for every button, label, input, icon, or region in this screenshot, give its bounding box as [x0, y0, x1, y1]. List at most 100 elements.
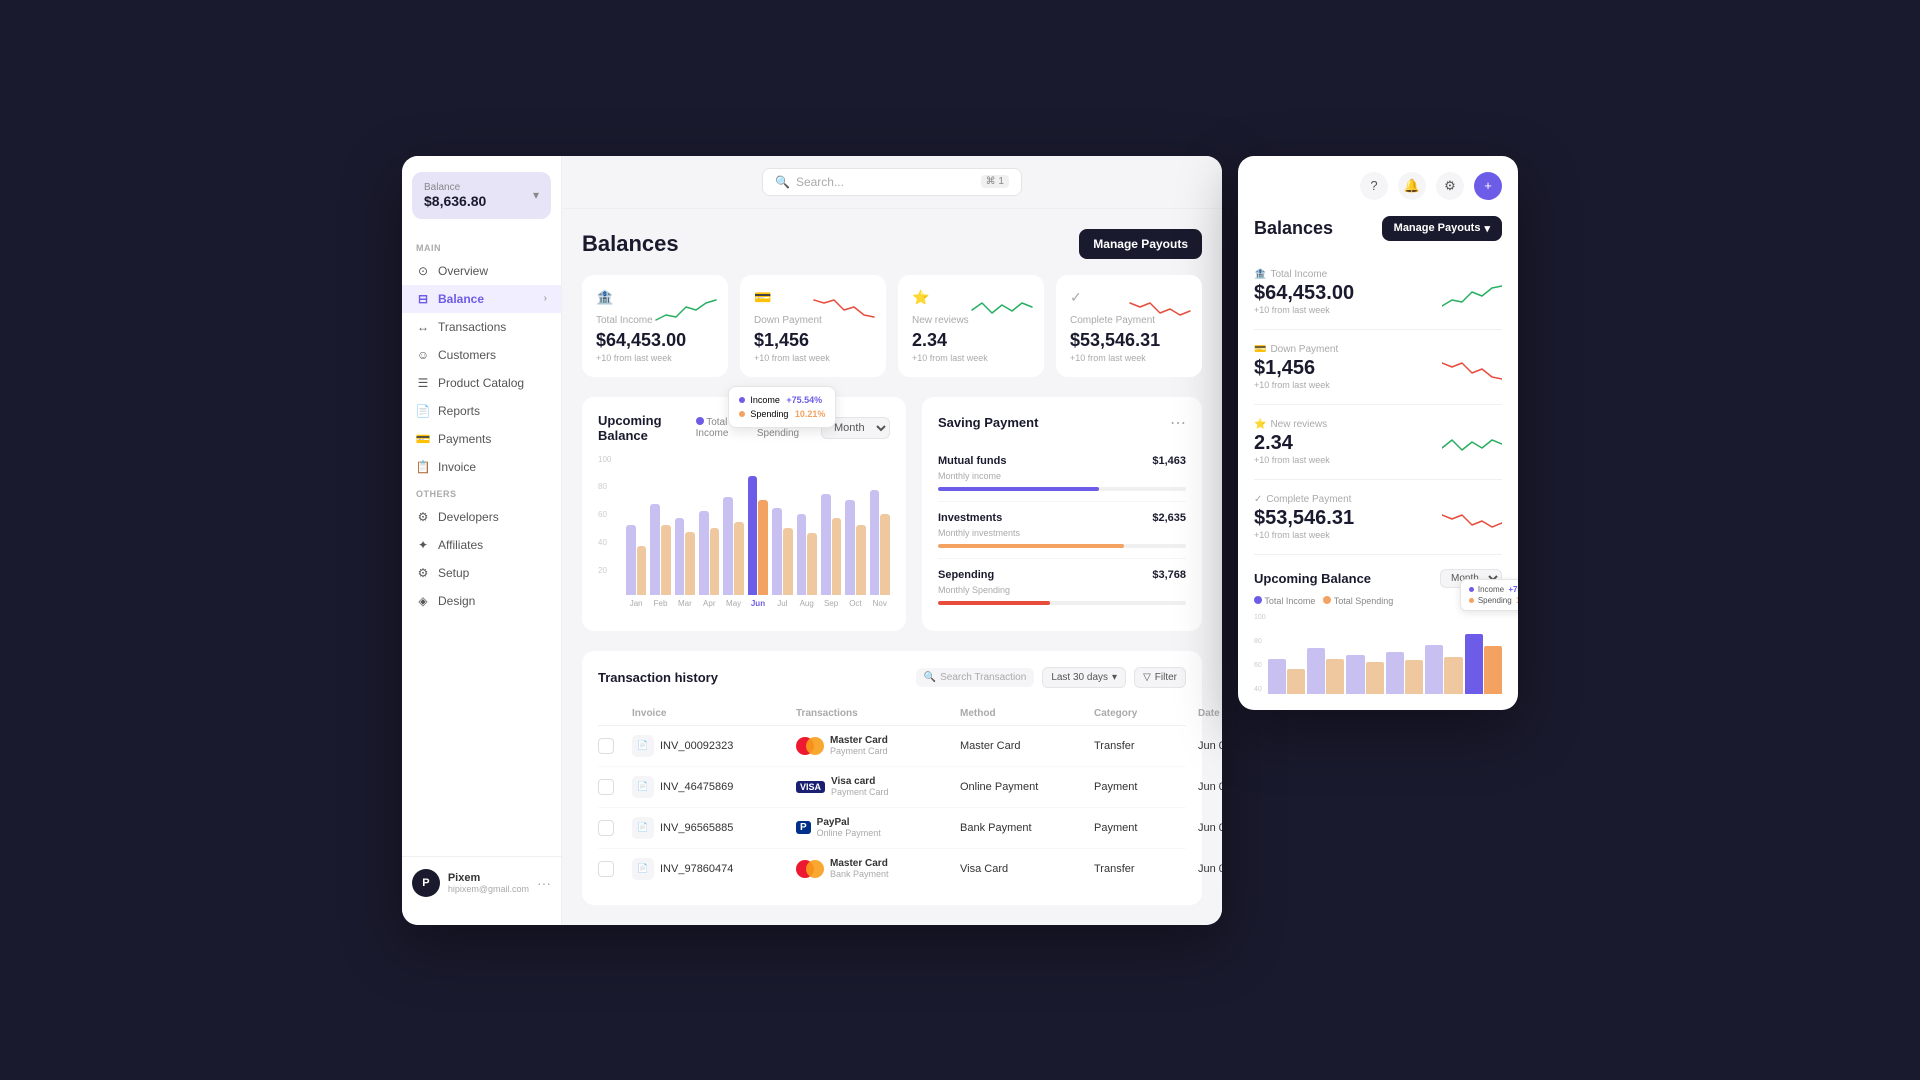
row-checkbox[interactable]: [598, 820, 614, 836]
bar-spending: [637, 546, 647, 595]
page-header: Balances Manage Payouts: [582, 229, 1202, 259]
bar-income: [870, 490, 880, 595]
mini-bar-group: [1425, 645, 1462, 694]
sidebar-item-label: Developers: [438, 510, 499, 524]
month-label-apr: Apr: [699, 599, 719, 608]
mini-bar-group: [1346, 655, 1383, 694]
search-transaction-input[interactable]: 🔍 Search Transaction: [916, 668, 1035, 687]
sidebar-item-developers[interactable]: ⚙ Developers: [402, 503, 561, 531]
panel-mini-chart: 100 80 60 40: [1254, 606, 1502, 694]
bar-group-mar: [675, 518, 695, 595]
down-payment-icon: 💳: [1254, 344, 1266, 355]
help-icon[interactable]: ?: [1360, 172, 1388, 200]
bar-group-nov: [870, 490, 890, 595]
more-options-icon[interactable]: ···: [537, 875, 551, 891]
month-label-oct: Oct: [845, 599, 865, 608]
bar-group-jun: Income +75.54% Spending 10.21%: [748, 476, 768, 595]
bar-group-jul: [772, 508, 792, 595]
search-placeholder: Search...: [796, 175, 844, 189]
bar-spending: [783, 528, 793, 595]
complete-payment-sparkline: [1130, 295, 1190, 330]
panel-chart-section: Upcoming Balance Month Week Year Total I…: [1254, 569, 1502, 694]
sidebar-item-transactions[interactable]: ↔ Transactions: [402, 313, 561, 341]
down-payment-value: $1,456: [754, 330, 872, 351]
top-bar: 🔍 Search... ⌘ 1: [562, 156, 1222, 209]
panel-manage-payouts-button[interactable]: Manage Payouts ▾: [1382, 216, 1502, 241]
panel-stat-label: 🏦 Total Income: [1254, 269, 1502, 280]
others-section-label: Others: [402, 481, 561, 503]
month-label-jan: Jan: [626, 599, 646, 608]
panel-sparkline: [1442, 509, 1502, 537]
add-button[interactable]: +: [1474, 172, 1502, 200]
mastercard-logo: [796, 737, 824, 755]
month-label-mar: Mar: [675, 599, 695, 608]
row-checkbox[interactable]: [598, 861, 614, 877]
complete-payment-icon: ✓: [1070, 289, 1090, 309]
panel-header: Balances Manage Payouts ▾: [1254, 216, 1502, 253]
main-content: 🔍 Search... ⌘ 1 Balances Manage Payouts …: [562, 156, 1222, 925]
y-axis: 100 80 60 40 20: [598, 455, 611, 595]
search-box[interactable]: 🔍 Search... ⌘ 1: [762, 168, 1022, 196]
row-checkbox[interactable]: [598, 779, 614, 795]
transaction-history-card: Transaction history 🔍 Search Transaction…: [582, 651, 1202, 905]
more-options-icon[interactable]: ⋯: [1170, 413, 1186, 433]
panel-chart-title: Upcoming Balance: [1254, 571, 1371, 586]
right-panel: ? 🔔 ⚙ + Balances Manage Payouts ▾ 🏦 Tota…: [1238, 156, 1518, 710]
transaction-cell: Master Card Payment Card: [796, 735, 956, 756]
reports-icon: 📄: [416, 404, 430, 418]
invoice-cell: 📄 INV_97860474: [632, 858, 792, 880]
table-row: 📄 INV_46475869 VISA Visa card Payment Ca…: [598, 767, 1186, 808]
table-row: 📄 INV_97860474 Master Card B: [598, 849, 1186, 889]
upcoming-balance-chart: Upcoming Balance Total Income: [582, 397, 906, 631]
bar-active-income: [748, 476, 758, 595]
new-reviews-change: +10 from last week: [912, 353, 1030, 363]
sidebar-item-overview[interactable]: ⊙ Overview: [402, 257, 561, 285]
sidebar-item-payments[interactable]: 💳 Payments: [402, 425, 561, 453]
sidebar-item-design[interactable]: ◈ Design: [402, 587, 561, 615]
saving-progress-mutual-funds: [938, 487, 1186, 491]
sidebar-item-customers[interactable]: ☺ Customers: [402, 341, 561, 369]
bar-group-jan: [626, 525, 646, 595]
sidebar-item-invoice[interactable]: 📋 Invoice: [402, 453, 561, 481]
new-reviews-value: 2.34: [912, 330, 1030, 351]
settings-gear-icon[interactable]: ⚙: [1436, 172, 1464, 200]
sidebar-item-reports[interactable]: 📄 Reports: [402, 397, 561, 425]
invoice-cell: 📄 INV_46475869: [632, 776, 792, 798]
sidebar-item-product-catalog[interactable]: ☰ Product Catalog: [402, 369, 561, 397]
chevron-down-icon: ▾: [533, 188, 539, 202]
transactions-icon: ↔: [416, 320, 430, 334]
balance-icon: ⊟: [416, 292, 430, 306]
tooltip-income-dot: [739, 397, 745, 403]
month-labels: Jan Feb Mar Apr May Jun Jul Aug Sep Oct: [626, 599, 890, 608]
sidebar-item-setup[interactable]: ⚙ Setup: [402, 559, 561, 587]
down-payment-sparkline: [814, 295, 874, 330]
date-filter-button[interactable]: Last 30 days ▾: [1042, 667, 1126, 688]
filter-button[interactable]: ▽ Filter: [1134, 667, 1186, 688]
bar-group-apr: [699, 511, 719, 595]
month-label-sep: Sep: [821, 599, 841, 608]
bar-group-feb: [650, 504, 670, 595]
row-checkbox[interactable]: [598, 738, 614, 754]
reviews-icon: ⭐: [1254, 419, 1266, 430]
manage-payouts-button[interactable]: Manage Payouts: [1079, 229, 1202, 259]
notification-bell-icon[interactable]: 🔔: [1398, 172, 1426, 200]
panel-stat-value: $1,456: [1254, 357, 1330, 380]
content-area: Balances Manage Payouts 🏦 Total Income $…: [562, 209, 1222, 925]
bar-tooltip: Income +75.54% Spending 10.21%: [728, 386, 837, 428]
spending-dot: [1323, 596, 1331, 604]
sidebar-item-affiliates[interactable]: ✦ Affiliates: [402, 531, 561, 559]
sidebar-item-label: Product Catalog: [438, 376, 524, 390]
month-label-jun: Jun: [748, 599, 768, 608]
complete-payment-icon: ✓: [1254, 494, 1262, 505]
bar-group-sep: [821, 494, 841, 595]
balance-widget[interactable]: Balance $8,636.80 ▾: [412, 172, 551, 219]
bars-container: Income +75.54% Spending 10.21%: [626, 455, 890, 595]
saving-payment-card: Saving Payment ⋯ Mutual funds $1,463 Mon…: [922, 397, 1202, 631]
table-row: 📄 INV_96565885 P PayPal Online Payment: [598, 808, 1186, 849]
tooltip-income: Income +75.54%: [739, 395, 826, 405]
sidebar-item-balance[interactable]: ⊟ Balance ›: [402, 285, 561, 313]
transaction-controls: 🔍 Search Transaction Last 30 days ▾ ▽ Fi…: [916, 667, 1186, 688]
saving-item-top: Sepending $3,768: [938, 569, 1186, 581]
bar-income: [797, 514, 807, 595]
mini-bar-group-active: Income +75.54% Spending 10.21%: [1465, 634, 1502, 694]
